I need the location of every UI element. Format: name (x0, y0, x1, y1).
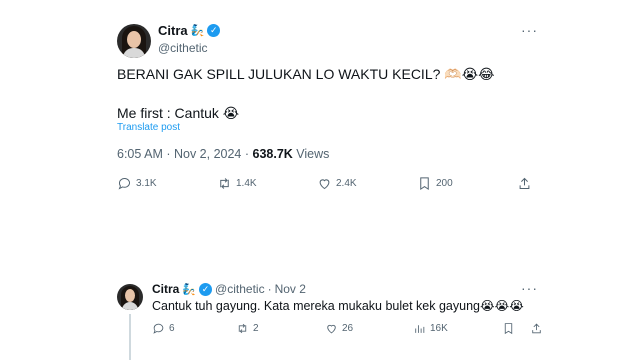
separator-dot: · (267, 282, 272, 296)
reply-icon (118, 177, 130, 190)
reply-verified-badge-icon: ✓ (199, 282, 213, 296)
reply-text: Cantuk tuh gayung. Kata mereka mukaku bu… (152, 299, 524, 313)
reply-bookmark-button[interactable] (502, 322, 515, 335)
like-button[interactable]: 2.4K (317, 176, 357, 191)
views-count: 638.7K (252, 147, 293, 161)
reply-action-bar: 6 2 26 16K (152, 322, 542, 338)
avatar[interactable] (117, 24, 151, 58)
repost-icon (238, 323, 247, 334)
repost-button[interactable]: 1.4K (217, 176, 257, 191)
reply-count: 3.1K (136, 177, 157, 189)
name-emoji: 🧞 (190, 25, 205, 37)
heart-icon (319, 178, 330, 189)
reply-icon (153, 323, 164, 334)
reply-avatar[interactable] (117, 284, 143, 310)
bookmark-icon (504, 323, 513, 335)
like-count: 2.4K (336, 177, 357, 189)
tweet-metadata: 6:05 AM · Nov 2, 2024 · 638.7K Views (117, 147, 329, 161)
views-label: Views (292, 147, 330, 161)
share-icon (519, 177, 530, 189)
bookmark-count: 200 (436, 177, 453, 189)
reply-handle[interactable]: @cithetic (215, 282, 265, 296)
verified-badge-icon: ✓ (207, 24, 221, 37)
heart-icon (327, 324, 336, 334)
display-name[interactable]: Citra (158, 23, 188, 38)
author-handle[interactable]: @cithetic (158, 41, 208, 55)
reply-reply-count: 6 (169, 323, 175, 334)
bookmark-button[interactable]: 200 (417, 176, 453, 191)
timestamp[interactable]: 6:05 AM · Nov 2, 2024 · (117, 147, 253, 161)
reply-display-name[interactable]: Citra (152, 282, 179, 296)
reply-name-emoji: 🧞 (182, 283, 197, 296)
author-name-row[interactable]: Citra 🧞 ✓ (158, 23, 221, 38)
repost-count: 1.4K (236, 177, 257, 189)
reply-tweet (0, 272, 640, 360)
bookmark-icon (420, 176, 429, 190)
more-options-icon[interactable]: ··· (521, 22, 538, 38)
translate-post-link[interactable]: Translate post (117, 122, 180, 133)
reply-reply-button[interactable]: 6 (152, 322, 175, 335)
share-button[interactable] (517, 176, 532, 191)
reply-button[interactable]: 3.1K (117, 176, 157, 191)
reply-views-button[interactable]: 16K (413, 322, 448, 335)
share-icon (532, 323, 541, 334)
main-tweet: Citra 🧞 ✓ @cithetic ··· BERANI GAK SPILL… (0, 0, 640, 232)
reply-like-button[interactable]: 26 (325, 322, 353, 335)
repost-icon (220, 177, 229, 189)
views-chart-icon (415, 325, 425, 333)
reply-share-button[interactable] (530, 322, 543, 335)
reply-header: Citra 🧞 ✓ @cithetic · Nov 2 (152, 282, 306, 296)
reply-views-count: 16K (430, 323, 448, 334)
reply-more-options-icon[interactable]: ··· (521, 280, 538, 296)
reply-repost-button[interactable]: 2 (236, 322, 259, 335)
reply-date[interactable]: Nov 2 (275, 282, 306, 296)
reply-like-count: 26 (342, 323, 354, 334)
reply-repost-count: 2 (253, 323, 259, 334)
tweet-text-line-2: Me first : Cantuk 😭 (117, 105, 240, 121)
tweet-text-line-1: BERANI GAK SPILL JULUKAN LO WAKTU KECIL?… (117, 66, 495, 82)
thread-line (129, 314, 131, 360)
